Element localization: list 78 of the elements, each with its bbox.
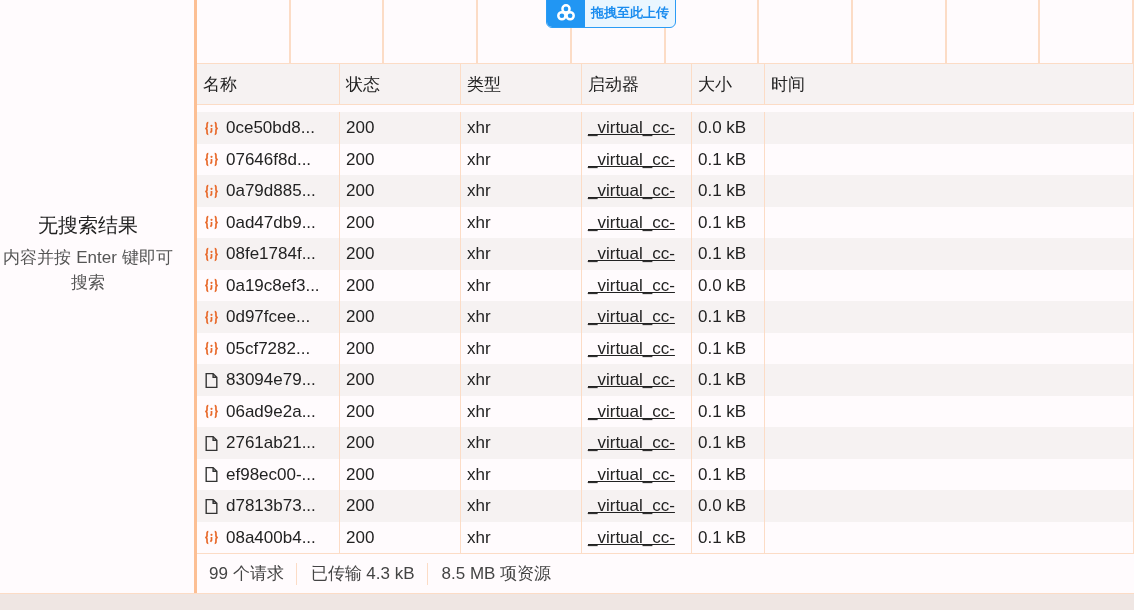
request-name[interactable]: 06ad9e2a...: [226, 401, 316, 422]
request-name[interactable]: 0ce50bd8...: [226, 118, 315, 139]
braces-icon: [203, 245, 220, 263]
initiator-link[interactable]: _virtual_cc-: [588, 275, 675, 296]
braces-icon: [203, 277, 220, 295]
table-cell: 200: [340, 490, 461, 522]
column-header[interactable]: 状态: [340, 64, 461, 105]
table-cell: xhr: [461, 238, 582, 270]
table-cell: 200: [340, 301, 461, 333]
braces-icon: [203, 214, 220, 232]
request-name[interactable]: 0ad47db9...: [226, 212, 316, 233]
table-cell: xhr: [461, 364, 582, 396]
column-header[interactable]: 时间: [765, 64, 1134, 105]
initiator-link[interactable]: _virtual_cc-: [588, 212, 675, 233]
file-icon: [203, 371, 220, 389]
table-cell: 200: [340, 175, 461, 207]
table-cell: xhr: [461, 112, 582, 144]
braces-icon: [203, 308, 220, 326]
braces-icon: [203, 529, 220, 547]
table-cell: xhr: [461, 521, 582, 554]
request-name[interactable]: 0d97fcee...: [226, 307, 311, 328]
request-name[interactable]: 0a19c8ef3...: [226, 275, 320, 296]
initiator-link[interactable]: _virtual_cc-: [588, 181, 675, 202]
initiator-link[interactable]: _virtual_cc-: [588, 149, 675, 170]
initiator-link[interactable]: _virtual_cc-: [588, 370, 675, 391]
column-header[interactable]: 类型: [461, 64, 582, 105]
request-name[interactable]: 0a79d885...: [226, 181, 316, 202]
table-cell: xhr: [461, 175, 582, 207]
request-name[interactable]: 08a400b4...: [226, 527, 316, 548]
column-header[interactable]: 名称: [197, 64, 340, 105]
file-icon: [203, 466, 220, 484]
table-cell: 200: [340, 521, 461, 554]
status-text: 已传输 4.3 kB: [308, 562, 428, 585]
table-cell: xhr: [461, 427, 582, 459]
request-name[interactable]: 05cf7282...: [226, 338, 311, 359]
table-cell: 0.0 kB: [692, 490, 765, 522]
table-cell: 0.1 kB: [692, 175, 765, 207]
table-cell: 0.1 kB: [692, 521, 765, 554]
column-header[interactable]: 大小: [692, 64, 765, 105]
braces-icon: [203, 151, 220, 169]
request-name[interactable]: d7813b73...: [226, 496, 316, 517]
file-icon: [203, 434, 220, 452]
initiator-link[interactable]: _virtual_cc-: [588, 433, 675, 454]
initiator-link[interactable]: _virtual_cc-: [588, 118, 675, 139]
request-name[interactable]: 83094e79...: [226, 370, 316, 391]
table-cell: 200: [340, 427, 461, 459]
table-cell: 200: [340, 238, 461, 270]
table-cell: 0.1 kB: [692, 301, 765, 333]
initiator-link[interactable]: _virtual_cc-: [588, 401, 675, 422]
initiator-link[interactable]: _virtual_cc-: [588, 496, 675, 517]
search-hint: 内容并按 Enter 键即可搜索: [2, 247, 174, 294]
table-cell: 200: [340, 364, 461, 396]
braces-icon: [203, 340, 220, 358]
initiator-link[interactable]: _virtual_cc-: [588, 338, 675, 359]
request-name[interactable]: ef98ec00-...: [226, 464, 316, 485]
request-name[interactable]: 07646f8d...: [226, 149, 312, 170]
table-cell: 200: [340, 112, 461, 144]
initiator-link[interactable]: _virtual_cc-: [588, 244, 675, 265]
initiator-link[interactable]: _virtual_cc-: [588, 307, 675, 328]
braces-icon: [203, 403, 220, 421]
status-text: 8.5 MB 项资源: [440, 562, 553, 585]
table-cell: 0.1 kB: [692, 427, 765, 459]
table-cell: 0.1 kB: [692, 238, 765, 270]
status-text: 99 个请求: [207, 562, 297, 585]
request-name[interactable]: 2761ab21...: [226, 433, 316, 454]
initiator-link[interactable]: _virtual_cc-: [588, 464, 675, 485]
table-cell: 0.0 kB: [692, 112, 765, 144]
table-cell: 0.1 kB: [692, 364, 765, 396]
request-name[interactable]: 08fe1784f...: [226, 244, 316, 265]
file-icon: [203, 497, 220, 515]
initiator-link[interactable]: _virtual_cc-: [588, 527, 675, 548]
upload-label: 拖拽至此上传: [589, 4, 670, 22]
braces-icon: [203, 182, 220, 200]
table-cell: xhr: [461, 490, 582, 522]
column-header[interactable]: 启动器: [582, 64, 692, 105]
braces-icon: [203, 119, 220, 137]
no-results-title: 无搜索结果: [38, 213, 138, 238]
table-cell: xhr: [461, 301, 582, 333]
